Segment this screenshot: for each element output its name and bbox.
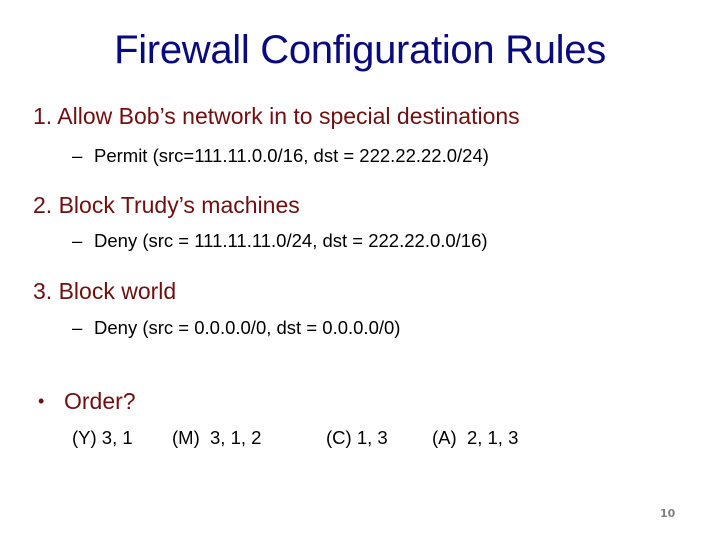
rule-heading: 1. Allow Bob’s network in to special des… (33, 103, 520, 129)
rule-detail: – Permit (src=111.11.0.0/16, dst = 222.22… (72, 145, 489, 167)
slide-title: Firewall Configuration Rules (114, 28, 606, 72)
dash-icon: – (72, 230, 83, 251)
answer-option: (Y) 3, 1 (72, 427, 133, 448)
rule-detail-text: Permit (src=111.11.0.0/16, dst = 222.22.… (94, 145, 489, 166)
bullet-icon: • (38, 391, 45, 411)
dash-icon: – (72, 145, 83, 166)
rule-heading: 3. Block world (33, 278, 177, 304)
rule-detail-text: Deny (src = 0.0.0.0/0, dst = 0.0.0.0/0) (94, 317, 401, 338)
answer-option: (C) 1, 3 (326, 427, 388, 448)
question-bullet: • Order? (38, 388, 136, 415)
rule-heading: 2. Block Trudy’s machines (33, 192, 300, 218)
rule-detail: – Deny (src = 0.0.0.0/0, dst = 0.0.0.0/0) (72, 317, 400, 339)
dash-icon: – (72, 317, 83, 338)
page-number: 10 (660, 507, 676, 520)
question-text: Order? (64, 388, 136, 414)
rule-detail-text: Deny (src = 111.11.11.0/24, dst = 222.22… (94, 230, 488, 251)
answer-option: (M) 3, 1, 2 (172, 427, 262, 448)
answer-option: (A) 2, 1, 3 (432, 427, 519, 448)
rule-detail: – Deny (src = 111.11.11.0/24, dst = 222.2… (72, 230, 488, 252)
